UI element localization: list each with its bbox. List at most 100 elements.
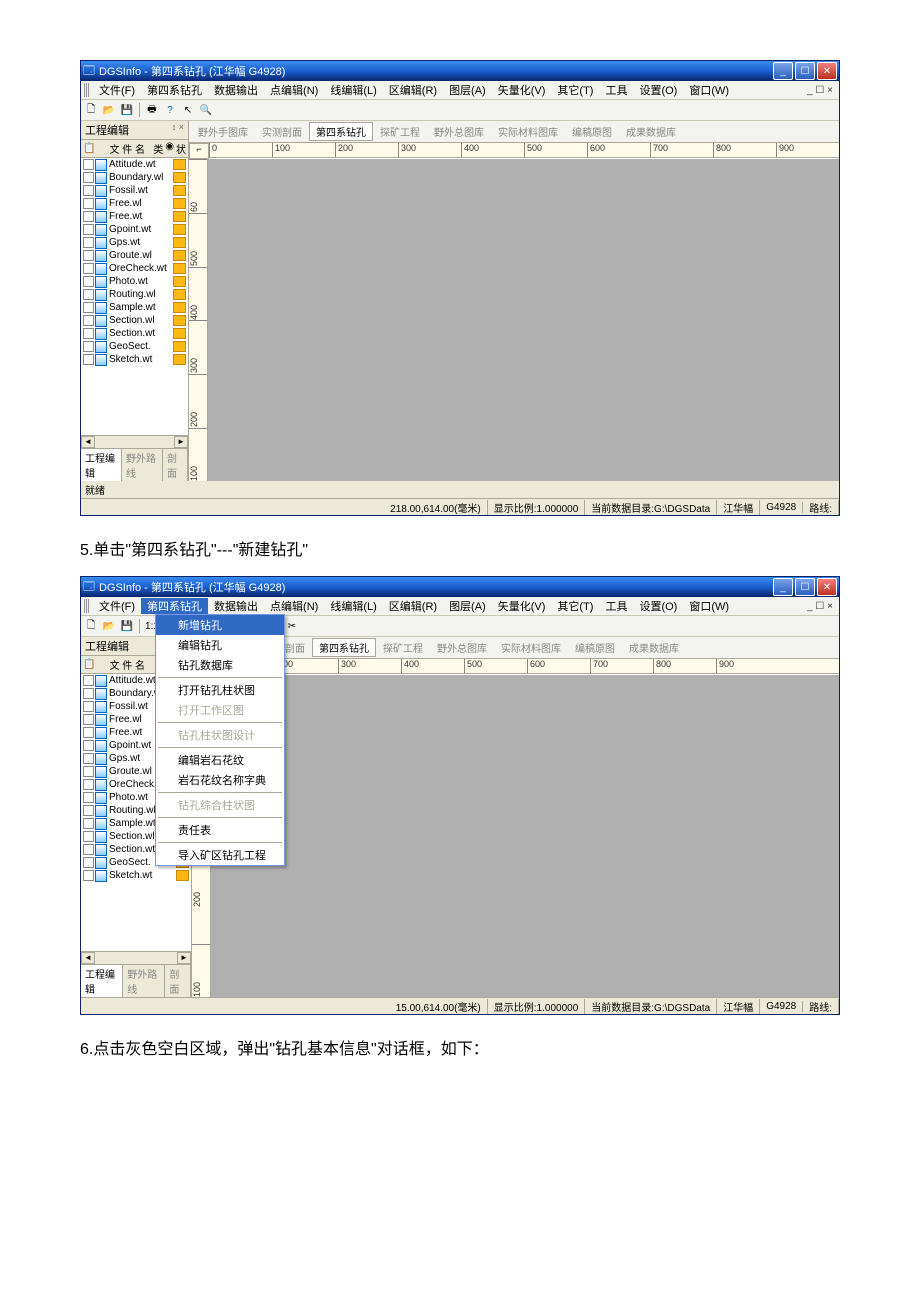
menu-drill-db[interactable]: 钻孔数据库: [156, 655, 284, 675]
file-row[interactable]: Section.wt: [81, 327, 188, 340]
scroll-left-icon[interactable]: ◄: [81, 952, 95, 964]
scroll-track[interactable]: [95, 952, 177, 964]
menu-new-drill[interactable]: 新增钻孔: [156, 615, 284, 635]
menu-setting[interactable]: 设置(O): [633, 598, 683, 614]
header-buttons[interactable]: 类◉状: [153, 141, 186, 156]
tool-icon[interactable]: ✂: [284, 618, 300, 634]
menu-edit-drill[interactable]: 编辑钻孔: [156, 635, 284, 655]
save-icon[interactable]: 💾: [119, 102, 135, 118]
minimize-button[interactable]: _: [773, 578, 793, 596]
checkbox[interactable]: [83, 328, 94, 339]
checkbox[interactable]: [83, 159, 94, 170]
menu-area-edit[interactable]: 区编辑(R): [383, 82, 443, 98]
scroll-left-icon[interactable]: ◄: [81, 436, 95, 448]
menu-file[interactable]: 文件(F): [93, 598, 141, 614]
checkbox[interactable]: [83, 172, 94, 183]
menu-layer[interactable]: 图层(A): [443, 598, 492, 614]
menu-tool[interactable]: 工具: [599, 82, 633, 98]
checkbox[interactable]: [83, 302, 94, 313]
side-tab-section[interactable]: 剖面: [163, 449, 188, 481]
canvas-tab-active[interactable]: 第四系钻孔: [309, 122, 373, 141]
file-row[interactable]: Sample.wt: [81, 301, 188, 314]
new-icon[interactable]: 🗋: [83, 102, 99, 118]
file-list[interactable]: Attitude.wt Boundary.wl Fossil.wt Free.w…: [81, 158, 188, 435]
file-row[interactable]: Routing.wl: [81, 288, 188, 301]
cursor-icon[interactable]: ↖: [180, 102, 196, 118]
canvas-tab[interactable]: 成果数据库: [622, 638, 686, 657]
folder-icon[interactable]: [173, 172, 186, 183]
canvas-tab[interactable]: 编稿原图: [565, 122, 619, 141]
folder-icon[interactable]: [173, 237, 186, 248]
folder-icon[interactable]: [173, 250, 186, 261]
checkbox[interactable]: [83, 354, 94, 365]
menu-pattern-dict[interactable]: 岩石花纹名称字典: [156, 770, 284, 790]
menu-data-output[interactable]: 数据输出: [208, 82, 264, 98]
folder-icon[interactable]: [173, 354, 186, 365]
file-row[interactable]: Gps.wt: [81, 236, 188, 249]
scroll-right-icon[interactable]: ►: [177, 952, 191, 964]
checkbox[interactable]: [83, 315, 94, 326]
menu-quaternary-drill[interactable]: 第四系钻孔: [141, 598, 208, 614]
menu-area-edit[interactable]: 区编辑(R): [383, 598, 443, 614]
pin-close-icons[interactable]: ↕ ×: [172, 122, 184, 138]
side-tab-section[interactable]: 剖面: [165, 965, 191, 997]
folder-icon[interactable]: [173, 263, 186, 274]
open-icon[interactable]: 📂: [101, 618, 117, 634]
open-icon[interactable]: 📂: [101, 102, 117, 118]
canvas-tab[interactable]: 编稿原图: [568, 638, 622, 657]
zoom-icon[interactable]: 🔍: [198, 102, 214, 118]
file-row[interactable]: Fossil.wt: [81, 184, 188, 197]
menu-line-edit[interactable]: 线编辑(L): [324, 82, 382, 98]
folder-icon[interactable]: [173, 224, 186, 235]
file-row[interactable]: GeoSect.: [81, 340, 188, 353]
menu-other[interactable]: 其它(T): [551, 82, 599, 98]
canvas-tab[interactable]: 野外总图库: [427, 122, 491, 141]
canvas-tab[interactable]: 探矿工程: [373, 122, 427, 141]
menu-open-column[interactable]: 打开钻孔柱状图: [156, 680, 284, 700]
file-row[interactable]: Attitude.wt: [81, 158, 188, 171]
canvas-tab[interactable]: 成果数据库: [619, 122, 683, 141]
ruler-corner-button[interactable]: ⌐: [189, 143, 209, 159]
checkbox[interactable]: [83, 198, 94, 209]
file-row[interactable]: Section.wl: [81, 314, 188, 327]
folder-icon[interactable]: [173, 302, 186, 313]
dropdown-menu[interactable]: 新增钻孔 编辑钻孔 钻孔数据库 打开钻孔柱状图 打开工作区图 钻孔柱状图设计 编…: [155, 614, 285, 866]
folder-icon[interactable]: [173, 185, 186, 196]
folder-icon[interactable]: [173, 341, 186, 352]
menu-point-edit[interactable]: 点编辑(N): [264, 598, 324, 614]
scroll-right-icon[interactable]: ►: [174, 436, 188, 448]
file-row[interactable]: Gpoint.wt: [81, 223, 188, 236]
menu-import-proj[interactable]: 导入矿区钻孔工程: [156, 845, 284, 865]
save-icon[interactable]: 💾: [119, 618, 135, 634]
menu-task-table[interactable]: 责任表: [156, 820, 284, 840]
drawing-canvas[interactable]: [208, 159, 839, 481]
print-icon[interactable]: 🖶: [144, 102, 160, 118]
folder-icon[interactable]: [173, 315, 186, 326]
mdi-close-button[interactable]: _ ☐ ×: [801, 601, 839, 612]
file-row[interactable]: Sketch.wt: [81, 869, 191, 882]
folder-icon[interactable]: [173, 328, 186, 339]
checkbox[interactable]: [83, 250, 94, 261]
side-tab-route[interactable]: 野外路线: [123, 965, 165, 997]
menu-data-output[interactable]: 数据输出: [208, 598, 264, 614]
canvas-tab[interactable]: 探矿工程: [376, 638, 430, 657]
checkbox[interactable]: [83, 185, 94, 196]
file-row[interactable]: Photo.wt: [81, 275, 188, 288]
titlebar[interactable]: 🗔 DGSInfo - 第四系钻孔 (江华幅 G4928) _ ☐ ✕: [81, 577, 839, 597]
checkbox[interactable]: [83, 224, 94, 235]
canvas-tab-active[interactable]: 第四系钻孔: [312, 638, 376, 657]
canvas-tab[interactable]: 野外总图库: [430, 638, 494, 657]
canvas-tab[interactable]: 实际材料图库: [494, 638, 568, 657]
folder-icon[interactable]: [173, 276, 186, 287]
menu-line-edit[interactable]: 线编辑(L): [324, 598, 382, 614]
folder-icon[interactable]: [173, 159, 186, 170]
side-tab-route[interactable]: 野外路线: [122, 449, 163, 481]
titlebar[interactable]: 🗔 DGSInfo - 第四系钻孔 (江华幅 G4928) _ ☐ ✕: [81, 61, 839, 81]
menu-tool[interactable]: 工具: [599, 598, 633, 614]
menu-other[interactable]: 其它(T): [551, 598, 599, 614]
file-row[interactable]: Groute.wl: [81, 249, 188, 262]
menu-edit-pattern[interactable]: 编辑岩石花纹: [156, 750, 284, 770]
mdi-close-button[interactable]: _ ☐ ×: [801, 85, 839, 96]
checkbox[interactable]: [83, 211, 94, 222]
menu-vector[interactable]: 矢量化(V): [492, 598, 552, 614]
